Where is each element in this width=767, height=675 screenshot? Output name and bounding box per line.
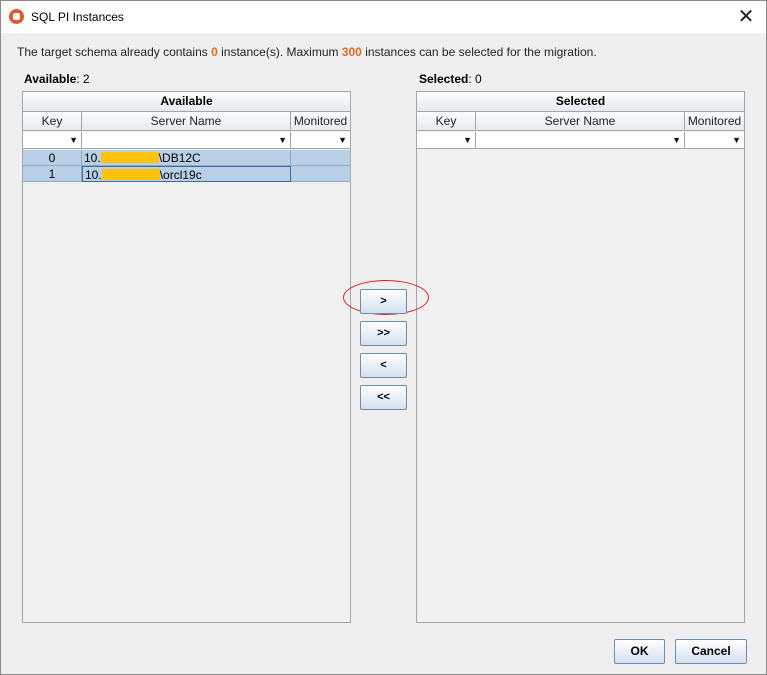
- available-table: Available Key Server Name Monitored ▼ ▼ …: [22, 91, 351, 623]
- chevron-down-icon: ▼: [278, 135, 287, 145]
- table-row[interactable]: 0 10. \DB12C: [23, 150, 350, 166]
- window-title: SQL PI Instances: [31, 10, 124, 24]
- monitored-filter[interactable]: ▼: [685, 132, 744, 149]
- selected-count: : 0: [468, 72, 482, 86]
- info-message: The target schema already contains 0 ins…: [17, 45, 597, 59]
- table-header: Key Server Name Monitored: [23, 112, 350, 131]
- available-label: Available: [24, 72, 77, 86]
- server-prefix: 10.: [84, 151, 101, 165]
- app-logo-icon: [9, 9, 24, 24]
- ok-button[interactable]: OK: [614, 639, 665, 664]
- row-server-name: 10. \orcl19c: [82, 166, 291, 182]
- filter-row: ▼ ▼ ▼: [23, 132, 350, 149]
- title-bar: SQL PI Instances ✕: [1, 1, 766, 33]
- server-prefix: 10.: [85, 168, 102, 182]
- filter-row: ▼ ▼ ▼: [417, 132, 744, 149]
- chevron-down-icon: ▼: [732, 135, 741, 145]
- chevron-down-icon: ▼: [338, 135, 347, 145]
- dialog-content: The target schema already contains 0 ins…: [1, 33, 766, 674]
- chevron-down-icon: ▼: [463, 135, 472, 145]
- table-header: Key Server Name Monitored: [417, 112, 744, 131]
- column-header-key[interactable]: Key: [417, 112, 476, 131]
- dialog-window: SQL PI Instances ✕ The target schema alr…: [0, 0, 767, 675]
- row-monitored: [291, 150, 350, 166]
- server-name-filter[interactable]: ▼: [476, 132, 685, 149]
- key-filter[interactable]: ▼: [23, 132, 82, 149]
- table-row[interactable]: 1 10. \orcl19c: [23, 166, 350, 182]
- info-text: instances can be selected for the migrat…: [361, 45, 597, 59]
- column-header-server-name[interactable]: Server Name: [82, 112, 291, 131]
- add-button[interactable]: >: [360, 289, 407, 314]
- remove-all-button[interactable]: <<: [360, 385, 407, 410]
- redaction-mark: [100, 152, 159, 163]
- available-table-title: Available: [23, 92, 350, 112]
- server-suffix: \DB12C: [158, 151, 201, 165]
- row-key: 1: [23, 166, 82, 182]
- column-header-key[interactable]: Key: [23, 112, 82, 131]
- chevron-down-icon: ▼: [672, 135, 681, 145]
- info-text: instance(s). Maximum: [217, 45, 342, 59]
- close-icon[interactable]: ✕: [736, 4, 756, 28]
- column-header-monitored[interactable]: Monitored: [685, 112, 744, 131]
- key-filter[interactable]: ▼: [417, 132, 476, 149]
- selected-table: Selected Key Server Name Monitored ▼ ▼ ▼: [416, 91, 745, 623]
- server-name-filter[interactable]: ▼: [82, 132, 291, 149]
- selected-count-label: Selected: 0: [419, 72, 482, 86]
- column-header-server-name[interactable]: Server Name: [476, 112, 685, 131]
- row-key: 0: [23, 150, 82, 166]
- cancel-button[interactable]: Cancel: [675, 639, 747, 664]
- remove-button[interactable]: <: [360, 353, 407, 378]
- info-text: The target schema already contains: [17, 45, 212, 59]
- selected-label: Selected: [419, 72, 469, 86]
- chevron-down-icon: ▼: [69, 135, 78, 145]
- selected-table-title: Selected: [417, 92, 744, 112]
- redaction-mark: [101, 169, 160, 180]
- available-count-label: Available: 2: [24, 72, 90, 86]
- add-all-button[interactable]: >>: [360, 321, 407, 346]
- instance-count: 0: [211, 45, 218, 59]
- monitored-filter[interactable]: ▼: [291, 132, 350, 149]
- server-suffix: \orcl19c: [159, 168, 202, 182]
- available-count: : 2: [76, 72, 90, 86]
- column-header-monitored[interactable]: Monitored: [291, 112, 350, 131]
- row-monitored: [291, 166, 350, 182]
- max-count: 300: [341, 45, 362, 59]
- row-server-name: 10. \DB12C: [82, 150, 291, 166]
